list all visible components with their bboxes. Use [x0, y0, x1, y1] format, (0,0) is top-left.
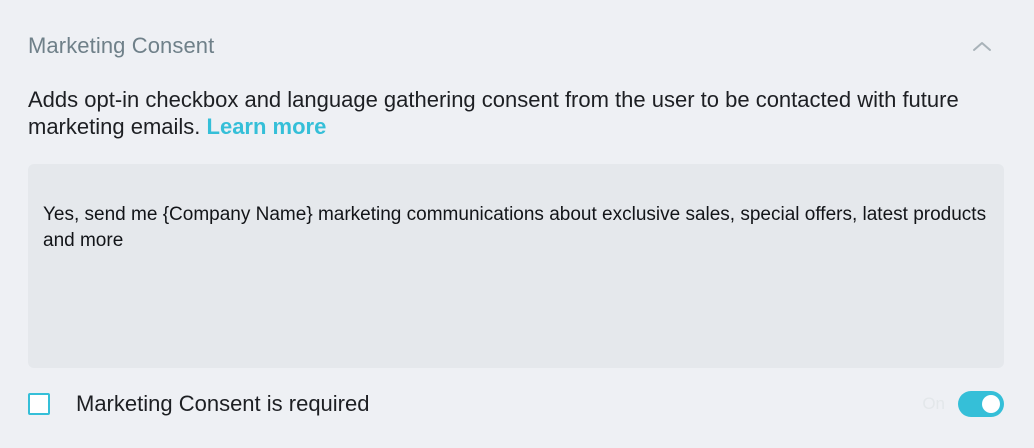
section-title: Marketing Consent: [28, 33, 215, 58]
consent-toggle-switch[interactable]: [958, 391, 1004, 417]
learn-more-link[interactable]: Learn more: [207, 114, 327, 139]
toggle-knob: [982, 395, 1000, 413]
required-option-row: Marketing Consent is required On: [28, 387, 1004, 421]
consent-text: Yes, send me {Company Name} marketing co…: [43, 204, 987, 251]
consent-text-area[interactable]: Yes, send me {Company Name} marketing co…: [28, 164, 1004, 368]
section-header[interactable]: Marketing Consent: [28, 30, 1006, 62]
description-text: Adds opt-in checkbox and language gather…: [28, 87, 959, 139]
marketing-consent-panel: Marketing Consent Adds opt-in checkbox a…: [0, 0, 1034, 448]
consent-required-label: Marketing Consent is required: [76, 391, 370, 416]
consent-required-checkbox[interactable]: [28, 393, 50, 415]
toggle-status-label: On: [922, 394, 945, 413]
chevron-up-icon[interactable]: [962, 30, 1002, 62]
section-description: Adds opt-in checkbox and language gather…: [28, 86, 968, 140]
